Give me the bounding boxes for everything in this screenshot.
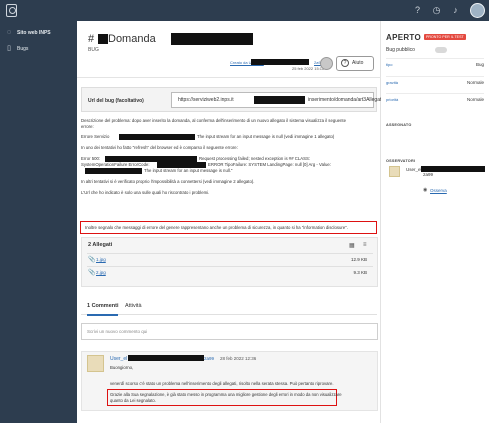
issue-type: BUG — [88, 47, 99, 53]
issue-detail: # Domanda BUG Creato da User_fat 2a99 25… — [77, 21, 384, 423]
sidebar-item-bugs[interactable]: ▯ Bugs — [5, 44, 28, 54]
redacted-title — [171, 33, 253, 45]
paperclip-icon: 📎 — [88, 257, 96, 263]
help-button[interactable]: ? Aiuto — [336, 56, 374, 71]
creator-avatar[interactable] — [320, 57, 333, 70]
description-line: Descrizione del problema: dopo aver inse… — [81, 118, 346, 123]
comment-date: 28 feb 2022 12:36 — [220, 356, 257, 361]
highlighted-reply: Grazie alla Sua segnalazione, è già stat… — [107, 389, 342, 406]
public-toggle[interactable] — [435, 47, 447, 53]
help-button-label: Aiuto — [352, 60, 364, 66]
redacted-text — [85, 168, 142, 174]
list-view-icon[interactable]: ≡ — [363, 242, 367, 248]
issue-hash: # — [88, 33, 95, 45]
comment-text: venerdì scorso c'è stato un problema nel… — [110, 381, 334, 386]
help-circle-icon: ? — [341, 58, 349, 67]
attachment-row[interactable]: 📎 2.jpg 9.3 KB — [87, 266, 373, 276]
field-key: tipo — [386, 62, 393, 67]
globe-icon: ◌ — [6, 29, 12, 36]
highlighted-note: Inoltre segnalo che messaggi di errore d… — [80, 221, 377, 234]
top-bar: ? ◷ ♪ — [0, 0, 489, 21]
paperclip-icon: 📎 — [88, 270, 96, 276]
help-icon[interactable]: ? — [412, 5, 423, 16]
assigned-label: ASSEGNATO — [386, 123, 412, 127]
field-key: priorità — [386, 97, 399, 102]
sidebar: ◌ Sito web INPS ▯ Bugs — [0, 21, 77, 423]
redacted-text — [119, 134, 195, 140]
redacted-creator — [251, 59, 309, 65]
comment-author-suffix[interactable]: 2a99 — [204, 356, 214, 361]
attachment-name[interactable]: 2.jpg — [96, 270, 106, 275]
sidebar-item-project[interactable]: ◌ Sito web INPS — [5, 28, 51, 38]
observer-avatar — [389, 166, 400, 177]
field-row-type[interactable]: tipo Bug — [386, 58, 484, 68]
redacted-url — [254, 96, 305, 104]
field-value: Normale — [466, 97, 484, 102]
field-value: Normale — [466, 80, 484, 85]
divider — [77, 77, 381, 78]
redacted-author — [128, 355, 204, 361]
redacted-issue-number — [98, 34, 108, 44]
status-badge[interactable]: PRONTO PER IL TEST — [424, 34, 466, 41]
description-line: errore: — [81, 124, 94, 129]
observer-name[interactable]: User_el — [406, 167, 422, 172]
field-value: Bug — [475, 62, 484, 67]
comment-text: Buongiorno, — [110, 365, 134, 370]
url-suffix: inserimento/domanda/art3Allegato — [308, 97, 385, 103]
grid-view-icon[interactable]: ▦ — [349, 242, 355, 249]
sidebar-item-label: Bugs — [17, 46, 29, 52]
highlight-text: Grazie alla Sua segnalazione, è già stat… — [110, 392, 342, 397]
user-avatar[interactable] — [470, 3, 485, 18]
description-line: The input stream for an input message is… — [197, 134, 335, 139]
highlight-text: quanto da Lei segnalato. — [110, 398, 156, 403]
active-tab-indicator — [87, 314, 118, 316]
url-field-label: Url del bug (facoltativo) — [88, 98, 144, 104]
public-label: Bug pubblico — [386, 47, 415, 53]
observer-suffix: 2a99 — [423, 172, 434, 177]
comment-item: User_el 2a99 28 feb 2022 12:36 Buongiorn… — [81, 351, 378, 411]
eye-icon: ◉ — [423, 187, 428, 193]
clock-icon[interactable]: ◷ — [431, 5, 442, 16]
description-line: Errore Servizio — [81, 134, 109, 140]
url-prefix: https://serviziweb2.inps.it — [178, 97, 234, 103]
comment-tabs: 1 Commenti Attività — [81, 301, 377, 316]
error-prefix: Errore Servizio — [81, 134, 110, 139]
new-comment-input[interactable]: Scrivi un nuovo commento qui — [81, 323, 378, 340]
comment-author[interactable]: User_el — [110, 356, 127, 362]
issue-sidebar: APERTO PRONTO PER IL TEST Bug pubblico t… — [381, 21, 489, 423]
attachments-panel: 2 Allegati ▦ ≡ 📎 1.jpg 12.9 KB 📎 2.jpg 9… — [81, 237, 378, 287]
field-row-severity[interactable]: gravità Normale — [386, 76, 484, 86]
description-line: In altri tentativi si è verificato propr… — [81, 179, 255, 184]
attachment-row[interactable]: 📎 1.jpg 12.9 KB — [87, 253, 373, 263]
observers-label: OSSERVATORI — [386, 159, 416, 163]
attachment-size: 9.3 KB — [353, 270, 367, 275]
highlight-text: Inoltre segnalo che messaggi di errore d… — [85, 225, 348, 230]
watch-link[interactable]: Osserva — [430, 188, 447, 193]
bookmark-icon: ▯ — [7, 45, 11, 52]
tab-activity[interactable]: Attività — [125, 303, 142, 309]
tab-comments[interactable]: 1 Commenti — [87, 303, 118, 309]
app-logo-icon[interactable] — [6, 4, 17, 17]
attachments-header: 2 Allegati — [88, 242, 113, 248]
description-line: The input stream for an input message is… — [144, 168, 233, 173]
description-line: L'Url che ho indicato è solo una sulle q… — [81, 190, 210, 195]
issue-title: Domanda — [108, 33, 156, 45]
commenter-avatar — [87, 355, 104, 372]
created-date: 25 feb 2022 15:11 — [292, 66, 324, 71]
bell-icon[interactable]: ♪ — [450, 5, 461, 16]
sidebar-item-label: Sito web INPS — [17, 30, 51, 36]
status-label[interactable]: APERTO — [386, 33, 421, 42]
attachment-name[interactable]: 1.jpg — [96, 257, 106, 262]
field-row-priority[interactable]: priorità Normale — [386, 93, 484, 103]
attachment-size: 12.9 KB — [350, 257, 367, 262]
field-key: gravità — [386, 80, 399, 85]
description-line: In uno dei tentativi ho fatto "refresh" … — [81, 145, 238, 150]
url-field-row: Url del bug (facoltativo) https://serviz… — [81, 87, 384, 112]
